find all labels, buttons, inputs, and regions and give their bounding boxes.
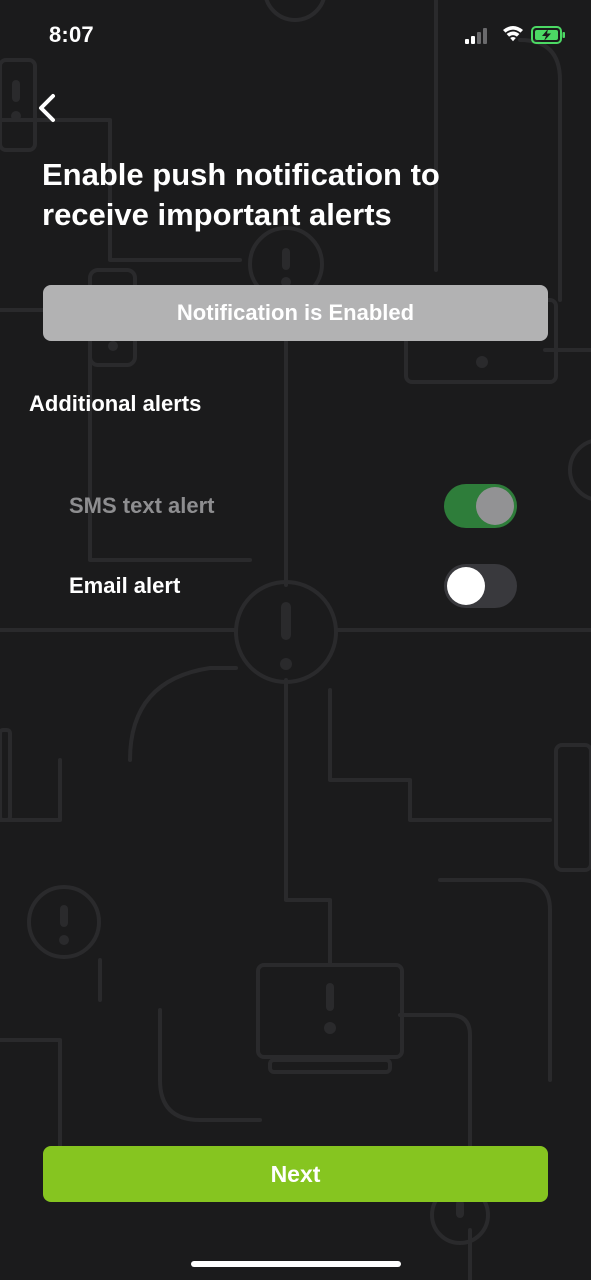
notification-enabled-button[interactable]: Notification is Enabled xyxy=(43,285,548,341)
chevron-left-icon xyxy=(39,94,55,122)
email-alert-toggle[interactable] xyxy=(444,564,517,608)
back-button[interactable] xyxy=(30,86,66,130)
battery-charging-icon xyxy=(531,26,565,44)
toggle-knob xyxy=(447,567,485,605)
status-bar-time: 8:07 xyxy=(49,22,94,47)
email-alert-label: Email alert xyxy=(69,573,181,598)
additional-alerts-heading: Additional alerts xyxy=(29,391,202,416)
next-button[interactable]: Next xyxy=(43,1146,548,1202)
home-indicator xyxy=(191,1261,401,1267)
wifi-icon xyxy=(503,26,523,42)
cellular-signal-icon xyxy=(465,28,487,44)
page-title: Enable push notification to receive impo… xyxy=(42,157,440,232)
sms-alert-label: SMS text alert xyxy=(69,493,215,518)
toggle-knob xyxy=(476,487,514,525)
sms-alert-row: SMS text alert xyxy=(69,484,517,528)
sms-alert-toggle[interactable] xyxy=(444,484,517,528)
email-alert-row: Email alert xyxy=(69,564,517,608)
status-bar-icons xyxy=(465,26,565,44)
